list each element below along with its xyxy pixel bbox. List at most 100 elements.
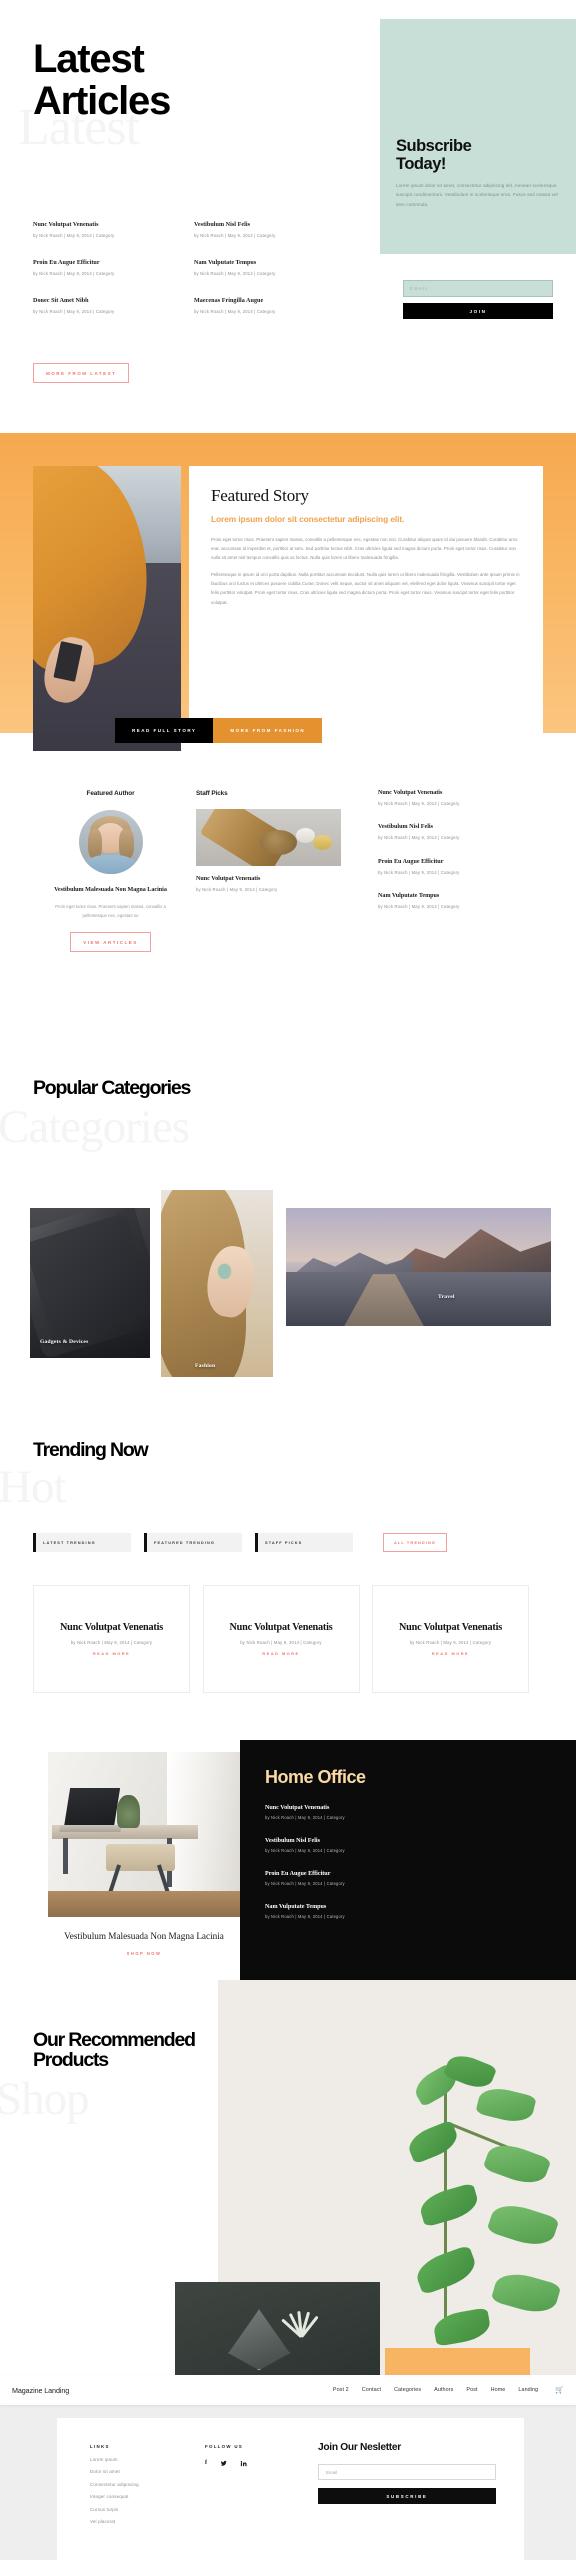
facebook-icon[interactable]: f [205,2460,207,2469]
article-title[interactable]: Donec Sit Amet Nibh [33,298,169,304]
nav-item-landing[interactable]: Landing [518,2387,538,2393]
article-title[interactable]: Vestibulum Nisl Felis [194,222,330,228]
article-title[interactable]: Proin Eu Augue Efficitur [378,859,548,865]
featured-paragraph-2: Pellentesque in ipsum id orci porta dapi… [211,572,520,605]
list-item[interactable]: Nunc Volutpat Venenatis by Nick Roach | … [378,790,548,807]
subscribe-email-input[interactable] [403,280,553,297]
list-item[interactable]: Proin Eu Augue Efficitur by Nick Roach |… [378,859,548,876]
footer-follow-heading: Follow Us [205,2444,244,2449]
article-title[interactable]: Proin Eu Augue Efficitur [33,260,169,266]
category-card-travel[interactable]: Travel [286,1208,551,1326]
article-title[interactable]: Nam Vulputate Tempus [194,260,330,266]
list-item[interactable]: Proin Eu Augue Efficitur by Nick Roach |… [33,260,169,277]
site-navbar: Magazine Landing Post 2 Contact Categori… [0,2375,576,2405]
home-office-product-card[interactable]: Vestibulum Malesuada Non Magna Lacinia S… [48,1752,240,1982]
image-egg [296,827,315,843]
cart-icon[interactable]: 🛒 [555,2386,564,2394]
list-item[interactable]: Vestibulum Nisl Felis by Nick Roach | Ma… [194,222,330,239]
article-title[interactable]: Nam Vulputate Tempus [378,893,548,899]
image-egg-yolk [313,835,333,851]
article-title[interactable]: Nam Vulputate Tempus [265,1904,465,1910]
author-description: Proin eget tortor risus. Praesent sapien… [55,904,166,918]
twitter-icon[interactable] [220,2460,227,2469]
featured-story-section: Featured Story Lorem ipsum dolor sit con… [0,433,576,783]
subscribe-join-button[interactable]: Join [403,303,553,319]
subscribe-panel: Subscribe Today! Lorem ipsum dolor sit a… [380,19,576,254]
nav-item-authors[interactable]: Authors [434,2387,453,2393]
article-meta: by Nick Roach | May 9, 2014 | Category [265,1881,345,1886]
list-item[interactable]: Nunc Volutpat Venenatis by Nick Roach | … [265,1805,465,1820]
list-item[interactable]: Nam Vulputate Tempus by Nick Roach | May… [378,893,548,910]
trending-cards: Nunc Volutpat Venenatis by Nick Roach | … [33,1585,529,1693]
nav-item-post-2[interactable]: Post 2 [333,2387,349,2393]
shop-now-link[interactable]: Shop Now [60,1951,228,1956]
featured-story-image [33,466,181,751]
nav-item-post[interactable]: Post [466,2387,477,2393]
article-title[interactable]: Nunc Volutpat Venenatis [33,222,169,228]
image-desk-leg-left [63,1837,69,1875]
article-title[interactable]: Nunc Volutpat Venenatis [378,790,548,796]
tab-featured-trending[interactable]: Featured Trending [144,1533,242,1552]
linkedin-icon[interactable] [240,2460,247,2469]
article-title[interactable]: Vestibulum Nisl Felis [265,1838,465,1844]
list-item[interactable]: Donec Sit Amet Nibh by Nick Roach | May … [33,298,169,315]
staff-picks-heading: Staff Picks [196,790,228,797]
trending-card[interactable]: Nunc Volutpat Venenatis by Nick Roach | … [372,1585,529,1693]
tab-latest-trending[interactable]: Latest Trending [33,1533,131,1552]
article-meta: by Nick Roach | May 9, 2014 | Category [33,233,115,238]
read-more-link[interactable]: Read More [262,1651,299,1656]
nav-item-home[interactable]: Home [491,2387,506,2393]
read-more-link[interactable]: Read More [93,1651,130,1656]
plant-leaf [431,2307,493,2347]
latest-heading-block: Latest Articles [33,38,333,122]
site-brand[interactable]: Magazine Landing [12,2386,69,2395]
footer-links-column: Links Lorem ipsum Dolor sit amet Consect… [90,2444,200,2524]
list-item[interactable]: Vestibulum Nisl Felis by Nick Roach | Ma… [265,1838,465,1853]
tab-staff-picks[interactable]: Staff Picks [255,1533,353,1552]
shop-dark-product-image[interactable] [175,2282,380,2387]
staff-pick-title[interactable]: Nunc Volutpat Venenatis [196,876,341,882]
list-item[interactable]: Nam Vulputate Tempus by Nick Roach | May… [265,1904,465,1919]
read-full-story-button[interactable]: Read Full Story [115,718,214,743]
list-item[interactable]: Maecenas Fringilla Augue by Nick Roach |… [194,298,330,315]
tab-label: Latest Trending [43,1540,96,1545]
footer-link[interactable]: Consectetur adipiscing [90,2482,200,2487]
nav-item-contact[interactable]: Contact [362,2387,381,2393]
all-trending-button[interactable]: All Trending [383,1533,447,1552]
shop-heading-line2: Products [33,2049,109,2072]
list-item[interactable]: Nam Vulputate Tempus by Nick Roach | May… [194,260,330,277]
view-articles-button[interactable]: View Articles [70,932,151,953]
more-from-latest-button[interactable]: More From Latest [33,363,130,383]
article-title[interactable]: Vestibulum Nisl Felis [378,824,548,830]
newsletter-subscribe-button[interactable]: Subscribe [318,2488,496,2504]
plant-leaf [490,2267,562,2319]
subscribe-description: Lorem ipsum dolor sit amet, consectetur … [396,182,558,207]
featured-story-card: Featured Story Lorem ipsum dolor sit con… [189,466,543,736]
category-card-gadgets[interactable]: Gadgets & Devices [30,1208,150,1358]
footer-link[interactable]: Lorem ipsum [90,2457,200,2462]
featured-author-column: Featured Author Vestibulum Malesuada Non… [48,790,173,953]
trending-card[interactable]: Nunc Volutpat Venenatis by Nick Roach | … [202,1585,360,1693]
article-meta: by Nick Roach | May 9, 2014 | Category [265,1848,345,1853]
image-laptop-base [58,1824,122,1832]
footer-link[interactable]: Cursus turpis [90,2507,200,2512]
read-more-link[interactable]: Read More [432,1651,469,1656]
featured-story-subheading: Lorem ipsum dolor sit consectetur adipis… [211,514,405,524]
footer-link[interactable]: Integer consequat [90,2494,200,2499]
article-title[interactable]: Nunc Volutpat Venenatis [265,1805,465,1811]
trending-card[interactable]: Nunc Volutpat Venenatis by Nick Roach | … [33,1585,190,1693]
avatar-hair-left [88,829,103,859]
article-title[interactable]: Maecenas Fringilla Augue [194,298,330,304]
category-card-fashion[interactable]: Fashion [161,1190,273,1377]
trending-heading: Trending Now [33,1439,149,1461]
list-item[interactable]: Proin Eu Augue Efficitur by Nick Roach |… [265,1871,465,1886]
nav-item-categories[interactable]: Categories [394,2387,421,2393]
list-item[interactable]: Vestibulum Nisl Felis by Nick Roach | Ma… [378,824,548,841]
footer-link[interactable]: Dolor sit amet [90,2469,200,2474]
newsletter-email-input[interactable] [318,2464,496,2480]
footer-link[interactable]: Vel placerat [90,2519,200,2524]
list-item[interactable]: Nunc Volutpat Venenatis by Nick Roach | … [33,222,169,239]
article-meta: by Nick Roach | May 9, 2014 | Category [194,270,276,276]
more-from-fashion-button[interactable]: More From Fashion [213,718,323,743]
article-title[interactable]: Proin Eu Augue Efficitur [265,1871,465,1877]
